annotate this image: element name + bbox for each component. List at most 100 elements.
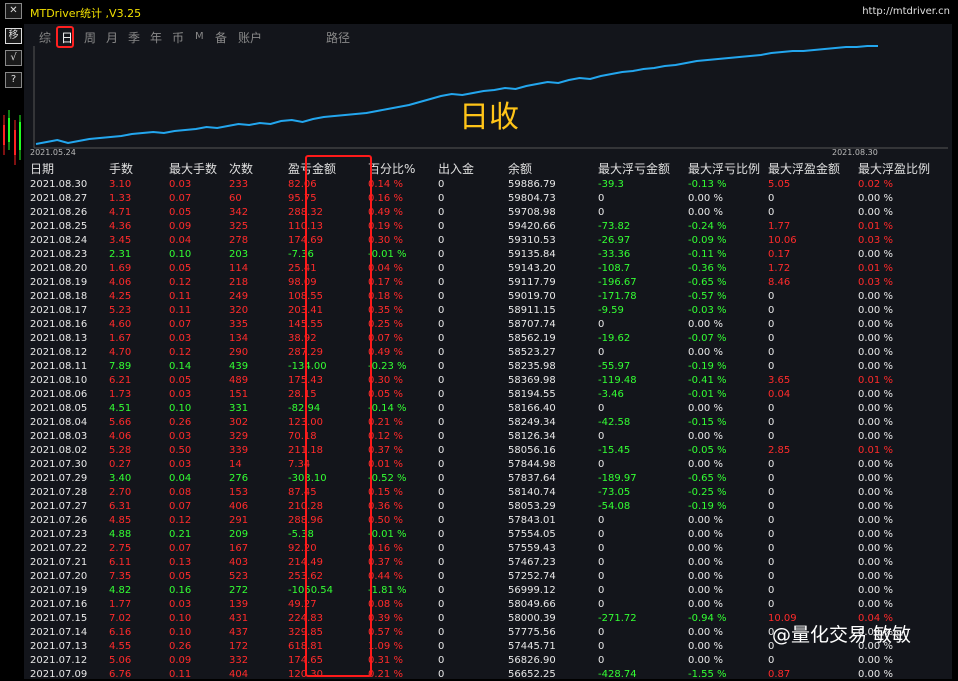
column-header[interactable]: 最大浮盈比例: [858, 160, 938, 177]
table-row[interactable]: 2021.07.26 4.85 0.12 291 288.96 0.50 % 0 57843.…: [30, 513, 938, 527]
table-cell: 2021.08.25: [30, 220, 88, 232]
check-button[interactable]: √: [5, 50, 22, 66]
table-cell: 233: [229, 178, 249, 190]
table-row[interactable]: 2021.07.22 2.75 0.07 167 92.20 0.16 % 0 57559.4…: [30, 541, 938, 555]
table-row[interactable]: 2021.07.20 7.35 0.05 523 253.62 0.44 % 0 57252.…: [30, 569, 938, 583]
table-cell: 0: [768, 528, 775, 540]
table-cell: 59310.53: [508, 234, 556, 246]
table-row[interactable]: 2021.07.12 5.06 0.09 332 174.65 0.31 % 0 56826.…: [30, 653, 938, 667]
table-row[interactable]: 2021.08.10 6.21 0.05 489 175.43 0.30 % 0 58369.…: [30, 373, 938, 387]
close-icon[interactable]: ✕: [5, 3, 22, 19]
table-row[interactable]: 2021.07.28 2.70 0.08 153 87.45 0.15 % 0 58140.7…: [30, 485, 938, 499]
table-row[interactable]: 2021.08.02 5.28 0.50 339 211.18 0.37 % 0 58056.…: [30, 443, 938, 457]
table-row[interactable]: 2021.07.30 0.27 0.03 14 7.34 0.01 % 0 57844.98 0…: [30, 457, 938, 471]
table-row[interactable]: 2021.07.29 3.40 0.04 276 -303.10 -0.52 % 0 5783…: [30, 471, 938, 485]
table-cell: 0.00 %: [858, 290, 893, 302]
table-cell: 2021.08.17: [30, 304, 88, 316]
table-row[interactable]: 2021.08.19 4.06 0.12 218 98.09 0.17 % 0 59117.7…: [30, 275, 938, 289]
table-cell: 0.00 %: [858, 360, 893, 372]
table-cell: 2.70: [109, 486, 132, 498]
table-cell: 0.00 %: [688, 192, 723, 204]
table-cell: 0.18 %: [368, 290, 403, 302]
window-title: MTDriver统计 ,V3.25: [30, 7, 142, 20]
table-cell: 58235.98: [508, 360, 556, 372]
table-cell: 0: [438, 178, 445, 190]
table-row[interactable]: 2021.07.21 6.11 0.13 403 214.49 0.37 % 0 57467.…: [30, 555, 938, 569]
column-header[interactable]: 最大手数: [169, 160, 229, 177]
table-cell: 59886.79: [508, 178, 556, 190]
table-cell: -15.45: [598, 444, 631, 456]
table-cell: 278: [229, 234, 249, 246]
table-cell: 0.26: [169, 416, 192, 428]
table-cell: 0: [768, 430, 775, 442]
column-header[interactable]: 最大浮亏金额: [598, 160, 688, 177]
table-cell: 1.77: [109, 598, 132, 610]
table-row[interactable]: 2021.08.25 4.36 0.09 325 110.13 0.19 % 0 59420.…: [30, 219, 938, 233]
table-cell: 0.08: [169, 486, 192, 498]
table-cell: 0.07: [169, 318, 192, 330]
table-header: 日期 手数 最大手数 次数 盈亏金额 百分比% 出入金 余额 最大浮亏金额 最大浮亏比例 最大浮盈金…: [30, 160, 938, 177]
table-cell: 58166.40: [508, 402, 556, 414]
table-cell: 0.00 %: [858, 486, 893, 498]
table-cell: 0.04: [768, 388, 791, 400]
table-row[interactable]: 2021.07.27 6.31 0.07 406 210.28 0.36 % 0 58053.…: [30, 499, 938, 513]
table-body: 2021.08.30 3.10 0.03 233 82.06 0.14 % 0 59886.7…: [30, 177, 938, 681]
table-row[interactable]: 2021.08.03 4.06 0.03 329 70.18 0.12 % 0 58126.3…: [30, 429, 938, 443]
table-cell: -0.07 %: [688, 332, 727, 344]
table-cell: 2021.07.19: [30, 584, 88, 596]
table-cell: 0.04: [169, 234, 192, 246]
column-header[interactable]: 日期: [30, 160, 109, 177]
table-row[interactable]: 2021.08.26 4.71 0.05 342 288.32 0.49 % 0 59708.…: [30, 205, 938, 219]
table-row[interactable]: 2021.08.30 3.10 0.03 233 82.06 0.14 % 0 59886.7…: [30, 177, 938, 191]
table-cell: 5.66: [109, 416, 132, 428]
table-row[interactable]: 2021.08.20 1.69 0.05 114 25.41 0.04 % 0 59143.2…: [30, 261, 938, 275]
table-cell: 59135.84: [508, 248, 556, 260]
table-cell: 58562.19: [508, 332, 556, 344]
table-cell: 0.39 %: [368, 612, 403, 624]
table-row[interactable]: 2021.08.04 5.66 0.26 302 123.00 0.21 % 0 58249.…: [30, 415, 938, 429]
help-button[interactable]: ?: [5, 72, 22, 88]
table-cell: -0.52 %: [368, 472, 407, 484]
table-cell: 2021.08.19: [30, 276, 88, 288]
column-header[interactable]: 次数: [229, 160, 288, 177]
move-button[interactable]: 移: [5, 28, 22, 44]
table-row[interactable]: 2021.08.05 4.51 0.10 331 -82.94 -0.14 % 0 58166…: [30, 401, 938, 415]
table-cell: 0.30 %: [368, 374, 403, 386]
column-header[interactable]: 最大浮亏比例: [688, 160, 768, 177]
column-header[interactable]: 百分比%: [368, 160, 438, 177]
table-row[interactable]: 2021.08.18 4.25 0.11 249 108.55 0.18 % 0 59019.…: [30, 289, 938, 303]
table-cell: 0.01 %: [858, 374, 893, 386]
column-header[interactable]: 余额: [508, 160, 598, 177]
table-row[interactable]: 2021.08.12 4.70 0.12 290 287.29 0.49 % 0 58523.…: [30, 345, 938, 359]
table-cell: 0: [438, 584, 445, 596]
tab-m[interactable]: M: [195, 31, 204, 42]
table-row[interactable]: 2021.08.13 1.67 0.03 134 38.92 0.07 % 0 58562.1…: [30, 331, 938, 345]
table-cell: 0.00 %: [858, 388, 893, 400]
column-header[interactable]: 出入金: [438, 160, 508, 177]
table-cell: 0: [438, 332, 445, 344]
table-row[interactable]: 2021.08.24 3.45 0.04 278 174.69 0.30 % 0 59310.…: [30, 233, 938, 247]
table-row[interactable]: 2021.07.16 1.77 0.03 139 49.27 0.08 % 0 58049.6…: [30, 597, 938, 611]
column-header[interactable]: 最大浮盈金额: [768, 160, 858, 177]
table-row[interactable]: 2021.08.06 1.73 0.03 151 28.15 0.05 % 0 58194.5…: [30, 387, 938, 401]
table-cell: 2021.07.20: [30, 570, 88, 582]
table-cell: 0: [438, 402, 445, 414]
chart-start-date: 2021.05.24: [30, 148, 76, 157]
table-row[interactable]: 2021.07.19 4.82 0.16 272 -1050.54 -1.81 % 0 569…: [30, 583, 938, 597]
website-link[interactable]: http://mtdriver.cn: [862, 6, 950, 17]
table-cell: 2021.07.21: [30, 556, 88, 568]
table-row[interactable]: 2021.07.23 4.88 0.21 209 -5.38 -0.01 % 0 57554.…: [30, 527, 938, 541]
table-cell: 0.04: [169, 472, 192, 484]
table-cell: 0.10: [169, 612, 192, 624]
table-row[interactable]: 2021.08.23 2.31 0.10 203 -7.36 -0.01 % 0 59135.…: [30, 247, 938, 261]
table-cell: 2021.07.15: [30, 612, 88, 624]
table-cell: 0.26: [169, 640, 192, 652]
table-cell: 57467.23: [508, 556, 556, 568]
table-row[interactable]: 2021.08.16 4.60 0.07 335 145.55 0.25 % 0 58707.…: [30, 317, 938, 331]
table-row[interactable]: 2021.08.11 7.89 0.14 439 -134.00 -0.23 % 0 5823…: [30, 359, 938, 373]
column-header[interactable]: 手数: [109, 160, 169, 177]
table-row[interactable]: 2021.08.27 1.33 0.07 60 95.75 0.16 % 0 59804.73…: [30, 191, 938, 205]
table-cell: 2.85: [768, 444, 791, 456]
table-row[interactable]: 2021.08.17 5.23 0.11 320 203.41 0.35 % 0 58911.…: [30, 303, 938, 317]
table-cell: 1.77: [768, 220, 791, 232]
